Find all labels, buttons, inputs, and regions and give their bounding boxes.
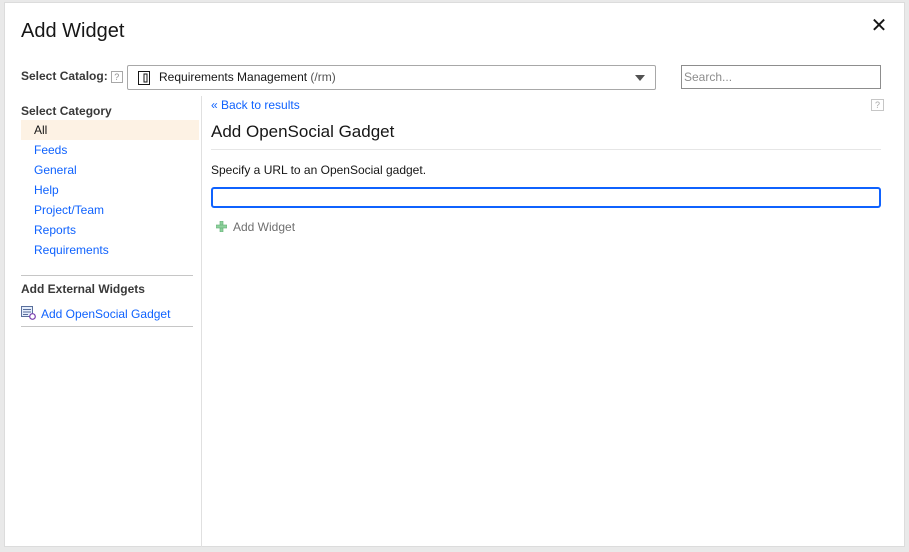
category-item-general[interactable]: General [21,160,199,180]
application-icon [138,71,150,85]
catalog-selected-path: (/rm) [310,70,336,84]
catalog-selected-name: Requirements Management [159,70,308,84]
add-opensocial-gadget-label: Add OpenSocial Gadget [41,307,171,321]
catalog-select[interactable]: Requirements Management (/rm) [127,65,656,90]
select-catalog-label-text: Select Catalog: [21,69,108,83]
add-widget-button-label: Add Widget [233,220,296,234]
gadget-url-input[interactable] [211,187,881,208]
category-item-all[interactable]: All [21,120,199,140]
category-item-project-team[interactable]: Project/Team [21,200,199,220]
dialog-title: Add Widget [21,20,125,42]
add-widget-dialog: Add Widget ✕ Select Catalog:? Requiremen… [4,2,905,547]
title-divider [211,149,881,150]
instructions-text: Specify a URL to an OpenSocial gadget. [211,163,427,177]
category-list: All Feeds General Help Project/Team Repo… [21,120,199,260]
catalog-help-icon[interactable]: ? [110,70,123,83]
category-item-feeds[interactable]: Feeds [21,140,199,160]
external-widgets-heading: Add External Widgets [21,282,145,296]
category-item-requirements[interactable]: Requirements [21,240,199,260]
gadget-icon [21,306,36,320]
help-icon[interactable]: ? [871,99,884,111]
category-item-help[interactable]: Help [21,180,199,200]
page-title: Add OpenSocial Gadget [211,122,395,141]
plus-icon [216,221,227,232]
chevron-down-icon [635,75,645,81]
select-category-heading: Select Category [21,104,112,118]
close-icon[interactable]: ✕ [868,15,890,37]
sidebar: Select Category All Feeds General Help P… [5,96,202,547]
add-opensocial-gadget-link[interactable]: Add OpenSocial Gadget [21,305,193,327]
category-item-reports[interactable]: Reports [21,220,199,240]
sidebar-divider [21,275,193,276]
back-to-results-link[interactable]: « Back to results [211,98,300,112]
select-catalog-label: Select Catalog:? [21,69,123,83]
search-input[interactable] [681,65,881,89]
